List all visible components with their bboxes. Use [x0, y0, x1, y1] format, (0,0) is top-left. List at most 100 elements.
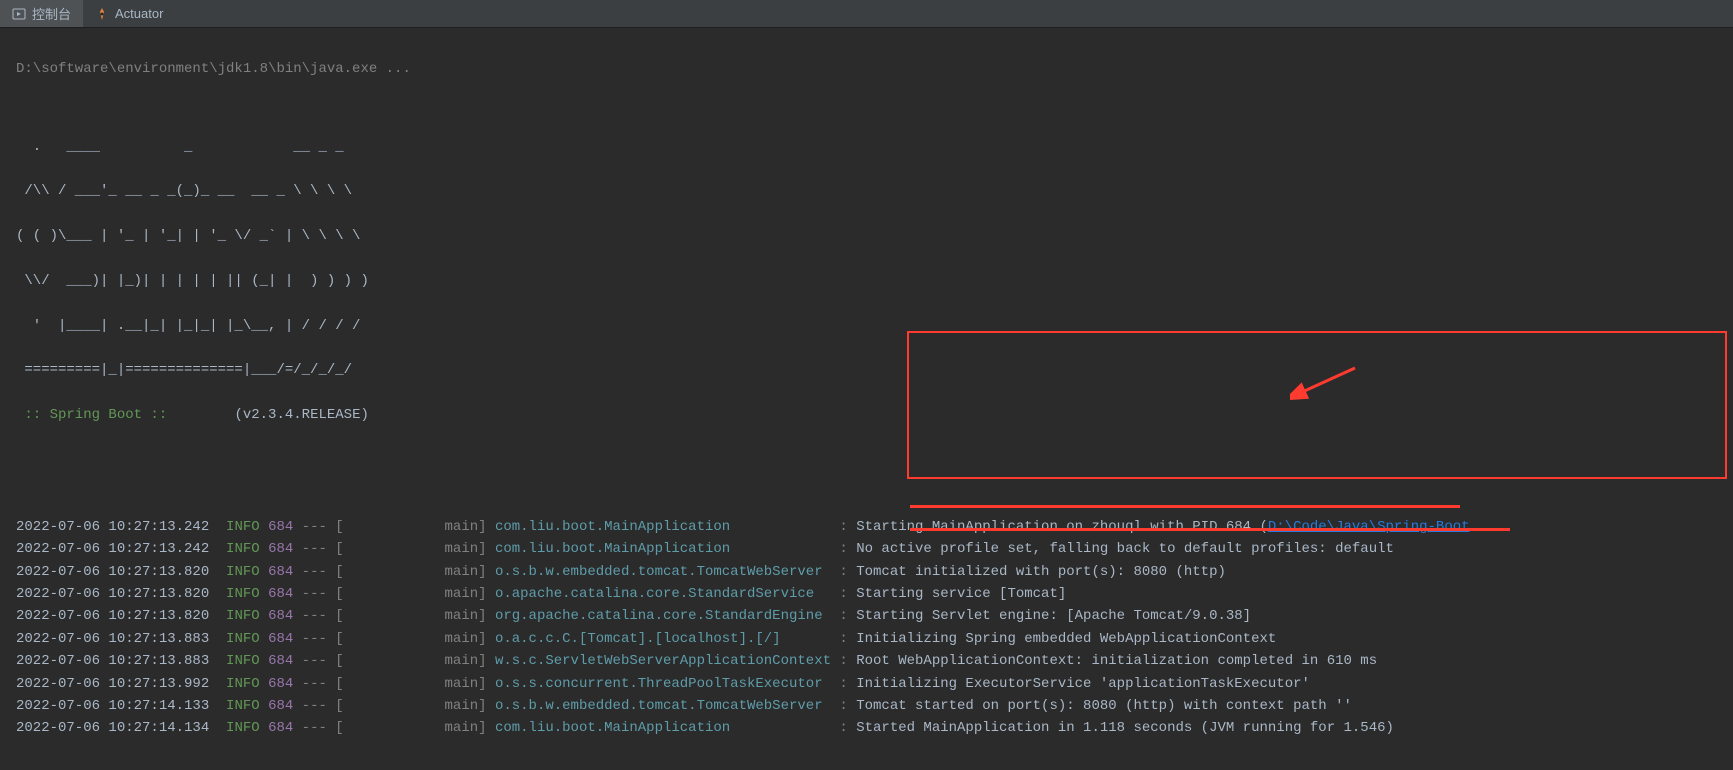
banner-line: \\/ ___)| |_)| | | | | || (_| | ) ) ) ): [16, 270, 1717, 292]
log-sep: --- [: [293, 586, 444, 602]
log-pid: 684: [268, 586, 293, 602]
log-message: No active profile set, falling back to d…: [856, 541, 1394, 557]
log-colon: :: [831, 631, 856, 647]
log-thread: main]: [445, 541, 495, 557]
log-message: Tomcat initialized with port(s): 8080 (h…: [856, 564, 1226, 580]
console-output-wrapper: D:\software\environment\jdk1.8\bin\java.…: [0, 28, 1733, 770]
log-colon: :: [831, 720, 856, 736]
log-sep: --- [: [293, 519, 444, 535]
console-output[interactable]: D:\software\environment\jdk1.8\bin\java.…: [0, 28, 1733, 770]
spring-banner: . ____ _ __ _ _ /\\ / ___'_ __ _ _(_)_ _…: [16, 113, 1717, 449]
log-level: INFO: [226, 541, 260, 557]
log-line: 2022-07-06 10:27:13.883 INFO 684 --- [ m…: [16, 650, 1717, 672]
log-timestamp: 2022-07-06 10:27:13.883: [16, 653, 209, 669]
log-sep: --- [: [293, 698, 444, 714]
log-line: 2022-07-06 10:27:13.820 INFO 684 --- [ m…: [16, 605, 1717, 627]
log-line: 2022-07-06 10:27:14.134 INFO 684 --- [ m…: [16, 717, 1717, 739]
log-sep: --- [: [293, 541, 444, 557]
log-pid: 684: [268, 519, 293, 535]
log-logger: o.apache.catalina.core.StandardService: [495, 586, 831, 602]
log-pid: 684: [268, 720, 293, 736]
log-logger: com.liu.boot.MainApplication: [495, 519, 831, 535]
log-timestamp: 2022-07-06 10:27:14.134: [16, 720, 209, 736]
log-timestamp: 2022-07-06 10:27:13.820: [16, 586, 209, 602]
log-thread: main]: [445, 720, 495, 736]
log-timestamp: 2022-07-06 10:27:13.242: [16, 541, 209, 557]
log-sep: --- [: [293, 564, 444, 580]
log-message: Starting MainApplication on zhouql with …: [856, 519, 1268, 535]
log-area: 2022-07-06 10:27:13.242 INFO 684 --- [ m…: [16, 516, 1717, 740]
log-thread: main]: [445, 519, 495, 535]
log-sep: --- [: [293, 676, 444, 692]
log-message: Starting Servlet engine: [Apache Tomcat/…: [856, 608, 1251, 624]
spring-version: (v2.3.4.RELEASE): [176, 407, 369, 423]
tab-bar: 控制台 Actuator: [0, 0, 1733, 28]
log-level: INFO: [226, 698, 260, 714]
tab-console-label: 控制台: [32, 4, 71, 23]
log-pid: 684: [268, 608, 293, 624]
log-logger: com.liu.boot.MainApplication: [495, 541, 831, 557]
file-link[interactable]: D:\Code\Java\Spring-Boot: [1268, 519, 1470, 535]
log-message: Starting service [Tomcat]: [856, 586, 1066, 602]
log-message: Initializing ExecutorService 'applicatio…: [856, 676, 1310, 692]
log-logger: com.liu.boot.MainApplication: [495, 720, 831, 736]
log-message: Started MainApplication in 1.118 seconds…: [856, 720, 1394, 736]
log-logger: o.a.c.c.C.[Tomcat].[localhost].[/]: [495, 631, 831, 647]
log-timestamp: 2022-07-06 10:27:13.820: [16, 564, 209, 580]
spacer: [16, 471, 1717, 493]
log-timestamp: 2022-07-06 10:27:13.820: [16, 608, 209, 624]
log-logger: org.apache.catalina.core.StandardEngine: [495, 608, 831, 624]
log-level: INFO: [226, 631, 260, 647]
log-thread: main]: [445, 608, 495, 624]
log-logger: o.s.b.w.embedded.tomcat.TomcatWebServer: [495, 564, 831, 580]
log-timestamp: 2022-07-06 10:27:13.883: [16, 631, 209, 647]
banner-line: . ____ _ __ _ _: [16, 136, 1717, 158]
log-line: 2022-07-06 10:27:13.992 INFO 684 --- [ m…: [16, 673, 1717, 695]
banner-line: ' |____| .__|_| |_|_| |_\__, | / / / /: [16, 315, 1717, 337]
log-pid: 684: [268, 653, 293, 669]
log-sep: --- [: [293, 631, 444, 647]
log-timestamp: 2022-07-06 10:27:13.242: [16, 519, 209, 535]
log-colon: :: [831, 608, 856, 624]
log-logger: o.s.s.concurrent.ThreadPoolTaskExecutor: [495, 676, 831, 692]
log-pid: 684: [268, 698, 293, 714]
tab-console[interactable]: 控制台: [0, 0, 83, 27]
log-thread: main]: [445, 698, 495, 714]
tab-actuator-label: Actuator: [115, 6, 163, 21]
log-colon: :: [831, 564, 856, 580]
tab-actuator[interactable]: Actuator: [83, 0, 175, 27]
log-colon: :: [831, 541, 856, 557]
log-timestamp: 2022-07-06 10:27:13.992: [16, 676, 209, 692]
log-line: 2022-07-06 10:27:13.820 INFO 684 --- [ m…: [16, 561, 1717, 583]
log-line: 2022-07-06 10:27:13.820 INFO 684 --- [ m…: [16, 583, 1717, 605]
log-line: 2022-07-06 10:27:13.883 INFO 684 --- [ m…: [16, 628, 1717, 650]
log-message: Tomcat started on port(s): 8080 (http) w…: [856, 698, 1352, 714]
log-level: INFO: [226, 564, 260, 580]
log-thread: main]: [445, 653, 495, 669]
log-line: 2022-07-06 10:27:14.133 INFO 684 --- [ m…: [16, 695, 1717, 717]
log-line: 2022-07-06 10:27:13.242 INFO 684 --- [ m…: [16, 516, 1717, 538]
log-thread: main]: [445, 564, 495, 580]
log-sep: --- [: [293, 608, 444, 624]
log-thread: main]: [445, 586, 495, 602]
log-pid: 684: [268, 631, 293, 647]
log-logger: w.s.c.ServletWebServerApplicationContext: [495, 653, 831, 669]
banner-line: =========|_|==============|___/=/_/_/_/: [16, 359, 1717, 381]
log-message: Initializing Spring embedded WebApplicat…: [856, 631, 1276, 647]
log-colon: :: [831, 676, 856, 692]
log-level: INFO: [226, 676, 260, 692]
log-level: INFO: [226, 519, 260, 535]
banner-line: ( ( )\___ | '_ | '_| | '_ \/ _` | \ \ \ …: [16, 225, 1717, 247]
log-logger: o.s.b.w.embedded.tomcat.TomcatWebServer: [495, 698, 831, 714]
log-line: 2022-07-06 10:27:13.242 INFO 684 --- [ m…: [16, 538, 1717, 560]
log-colon: :: [831, 519, 856, 535]
annotation-underline-1: [910, 505, 1460, 508]
log-level: INFO: [226, 586, 260, 602]
log-message: Root WebApplicationContext: initializati…: [856, 653, 1377, 669]
log-timestamp: 2022-07-06 10:27:14.133: [16, 698, 209, 714]
banner-line: /\\ / ___'_ __ _ _(_)_ __ __ _ \ \ \ \: [16, 180, 1717, 202]
log-thread: main]: [445, 631, 495, 647]
actuator-icon: [95, 7, 109, 21]
log-level: INFO: [226, 608, 260, 624]
log-colon: :: [831, 586, 856, 602]
